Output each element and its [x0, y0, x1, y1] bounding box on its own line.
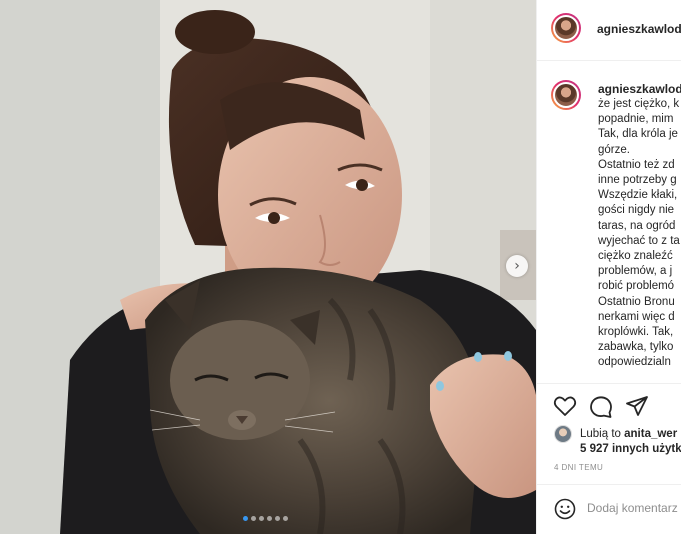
caption-line: Tak, dla króla je	[598, 128, 678, 141]
header-divider	[537, 60, 681, 61]
caption-line: Wszędzie kłaki,	[598, 189, 678, 202]
caption-line: górze.	[598, 143, 630, 156]
avatar-image	[553, 15, 579, 41]
likes-others-link[interactable]: 5 927 innych użytk	[580, 443, 681, 455]
carousel-dot	[251, 516, 256, 521]
caption-line: wyjechać to z ta	[598, 234, 680, 247]
comment-divider	[537, 484, 681, 485]
caption-author-username[interactable]: agnieszkawloda	[598, 82, 681, 96]
caption-line: taras, na ogród	[598, 219, 676, 232]
caption-line: problemów, a j	[598, 265, 673, 278]
caption-line: zabawka, tylko	[598, 341, 674, 354]
carousel-dot	[275, 516, 280, 521]
photo-illustration	[0, 0, 536, 534]
post-side-panel: agnieszkawloda agnieszkawloda że jest ci…	[536, 0, 681, 534]
post-photo[interactable]: ›	[0, 0, 536, 534]
carousel-indicator	[243, 516, 288, 521]
comment-icon[interactable]	[589, 395, 613, 419]
likes-summary: Lubią to anita_wer	[580, 428, 677, 440]
heart-icon[interactable]	[553, 395, 577, 417]
carousel-dot	[259, 516, 264, 521]
avatar-image	[553, 82, 579, 108]
caption-line: kroplówki. Tak,	[598, 326, 674, 339]
actions-divider	[537, 383, 681, 384]
likes-prefix: Lubią to	[580, 428, 625, 440]
caption-author-avatar[interactable]	[551, 80, 581, 110]
post-timestamp[interactable]: 4 DNI TEMU	[554, 463, 603, 472]
caption-line: nerkami więc d	[598, 310, 675, 323]
chevron-right-icon: ›	[514, 258, 520, 274]
emoji-icon[interactable]	[554, 498, 576, 520]
liker-avatar[interactable]	[554, 425, 572, 443]
next-slide-button[interactable]: ›	[506, 255, 528, 277]
caption-line: popadnie, mim	[598, 113, 674, 126]
caption-text: że jest ciężko, k popadnie, mim Tak, dla k…	[598, 97, 681, 383]
carousel-dot	[243, 516, 248, 521]
carousel-dot	[283, 516, 288, 521]
caption-line: Ostatnio też zd	[598, 158, 675, 171]
author-username[interactable]: agnieszkawloda	[597, 22, 681, 36]
author-avatar[interactable]	[551, 13, 581, 43]
caption-line: Ostatnio Bronu	[598, 295, 675, 308]
liker-username[interactable]: anita_wer	[624, 428, 677, 440]
share-icon[interactable]	[625, 395, 649, 417]
caption-line: inne potrzeby g	[598, 174, 677, 187]
caption-line: robić problemó	[598, 280, 675, 293]
carousel-dot	[267, 516, 272, 521]
caption-line: ciężko znaleźć	[598, 250, 673, 263]
caption-line: odpowiedzialn	[598, 356, 671, 369]
caption-line: że jest ciężko, k	[598, 98, 680, 110]
caption-line: gości nigdy nie	[598, 204, 675, 217]
comment-input[interactable]: Dodaj komentarz	[587, 501, 678, 515]
